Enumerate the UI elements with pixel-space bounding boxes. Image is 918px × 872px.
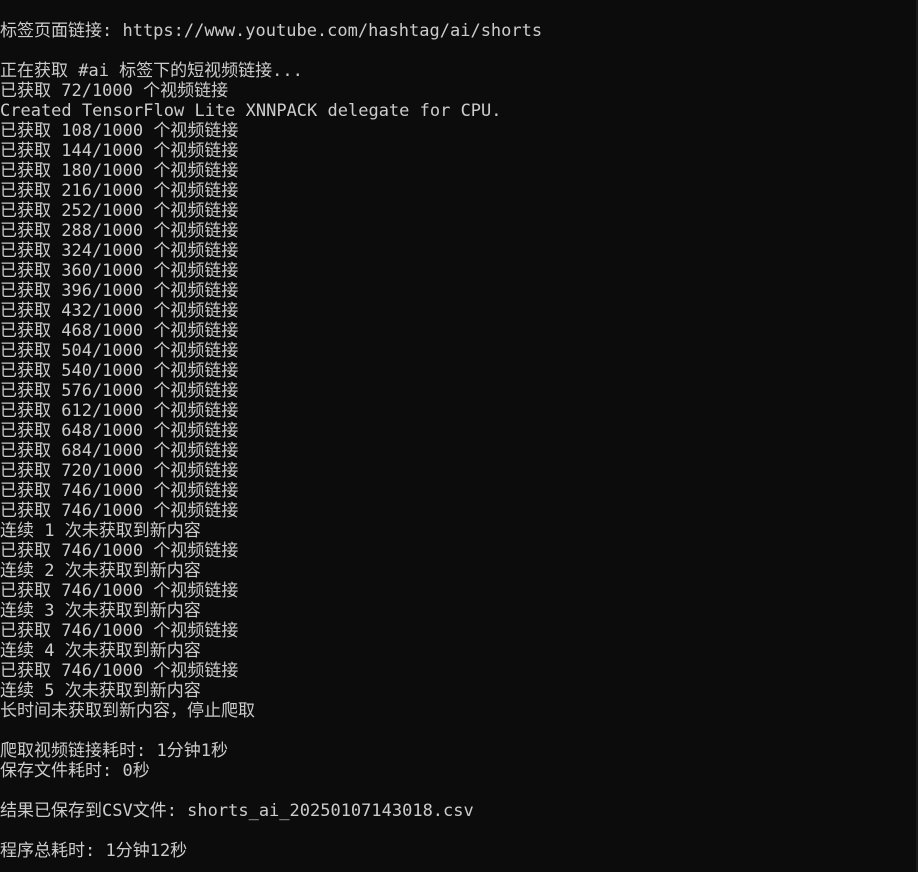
output-line: 已获取 468/1000 个视频链接 xyxy=(0,321,239,341)
output-line: 已获取 108/1000 个视频链接 xyxy=(0,121,239,141)
terminal-window[interactable]: 标签页面链接: https://www.youtube.com/hashtag/… xyxy=(0,0,918,872)
terminal-output: 标签页面链接: https://www.youtube.com/hashtag/… xyxy=(0,21,916,861)
output-line: 长时间未获取到新内容，停止爬取 xyxy=(0,701,255,721)
output-line: 已获取 432/1000 个视频链接 xyxy=(0,301,239,321)
output-line: 已获取 746/1000 个视频链接 xyxy=(0,541,239,561)
output-line: 标签页面链接: https://www.youtube.com/hashtag/… xyxy=(0,21,543,41)
output-line: 连续 5 次未获取到新内容 xyxy=(0,681,201,701)
output-line: 已获取 540/1000 个视频链接 xyxy=(0,361,239,381)
output-line: 已获取 504/1000 个视频链接 xyxy=(0,341,239,361)
output-line: 已获取 746/1000 个视频链接 xyxy=(0,501,239,521)
output-line: 已获取 180/1000 个视频链接 xyxy=(0,161,239,181)
output-line: 已获取 396/1000 个视频链接 xyxy=(0,281,239,301)
output-line: 连续 1 次未获取到新内容 xyxy=(0,521,201,541)
output-line: 已获取 252/1000 个视频链接 xyxy=(0,201,239,221)
output-line: 已获取 288/1000 个视频链接 xyxy=(0,221,239,241)
output-line: 连续 4 次未获取到新内容 xyxy=(0,641,201,661)
output-line: 连续 3 次未获取到新内容 xyxy=(0,601,201,621)
output-line: 已获取 360/1000 个视频链接 xyxy=(0,261,239,281)
output-line: 爬取视频链接耗时: 1分钟1秒 xyxy=(0,741,228,761)
output-line: 已获取 576/1000 个视频链接 xyxy=(0,381,239,401)
output-line: 保存文件耗时: 0秒 xyxy=(0,761,150,781)
output-line: Created TensorFlow Lite XNNPACK delegate… xyxy=(0,101,502,121)
output-line: 结果已保存到CSV文件: shorts_ai_20250107143018.cs… xyxy=(0,801,474,821)
output-line: 已获取 648/1000 个视频链接 xyxy=(0,421,239,441)
output-line: 已获取 612/1000 个视频链接 xyxy=(0,401,239,421)
output-line: 已获取 746/1000 个视频链接 xyxy=(0,481,239,501)
output-line: 已获取 746/1000 个视频链接 xyxy=(0,621,239,641)
output-line: 程序总耗时: 1分钟12秒 xyxy=(0,841,188,861)
output-line: 已获取 216/1000 个视频链接 xyxy=(0,181,239,201)
output-line: 已获取 684/1000 个视频链接 xyxy=(0,441,239,461)
output-line: 已获取 72/1000 个视频链接 xyxy=(0,81,229,101)
output-line: 正在获取 #ai 标签下的短视频链接... xyxy=(0,61,303,81)
output-line: 已获取 144/1000 个视频链接 xyxy=(0,141,239,161)
output-line: 已获取 746/1000 个视频链接 xyxy=(0,581,239,601)
output-line: 连续 2 次未获取到新内容 xyxy=(0,561,201,581)
output-line: 已获取 746/1000 个视频链接 xyxy=(0,661,239,681)
output-line: 已获取 720/1000 个视频链接 xyxy=(0,461,239,481)
output-line: 已获取 324/1000 个视频链接 xyxy=(0,241,239,261)
